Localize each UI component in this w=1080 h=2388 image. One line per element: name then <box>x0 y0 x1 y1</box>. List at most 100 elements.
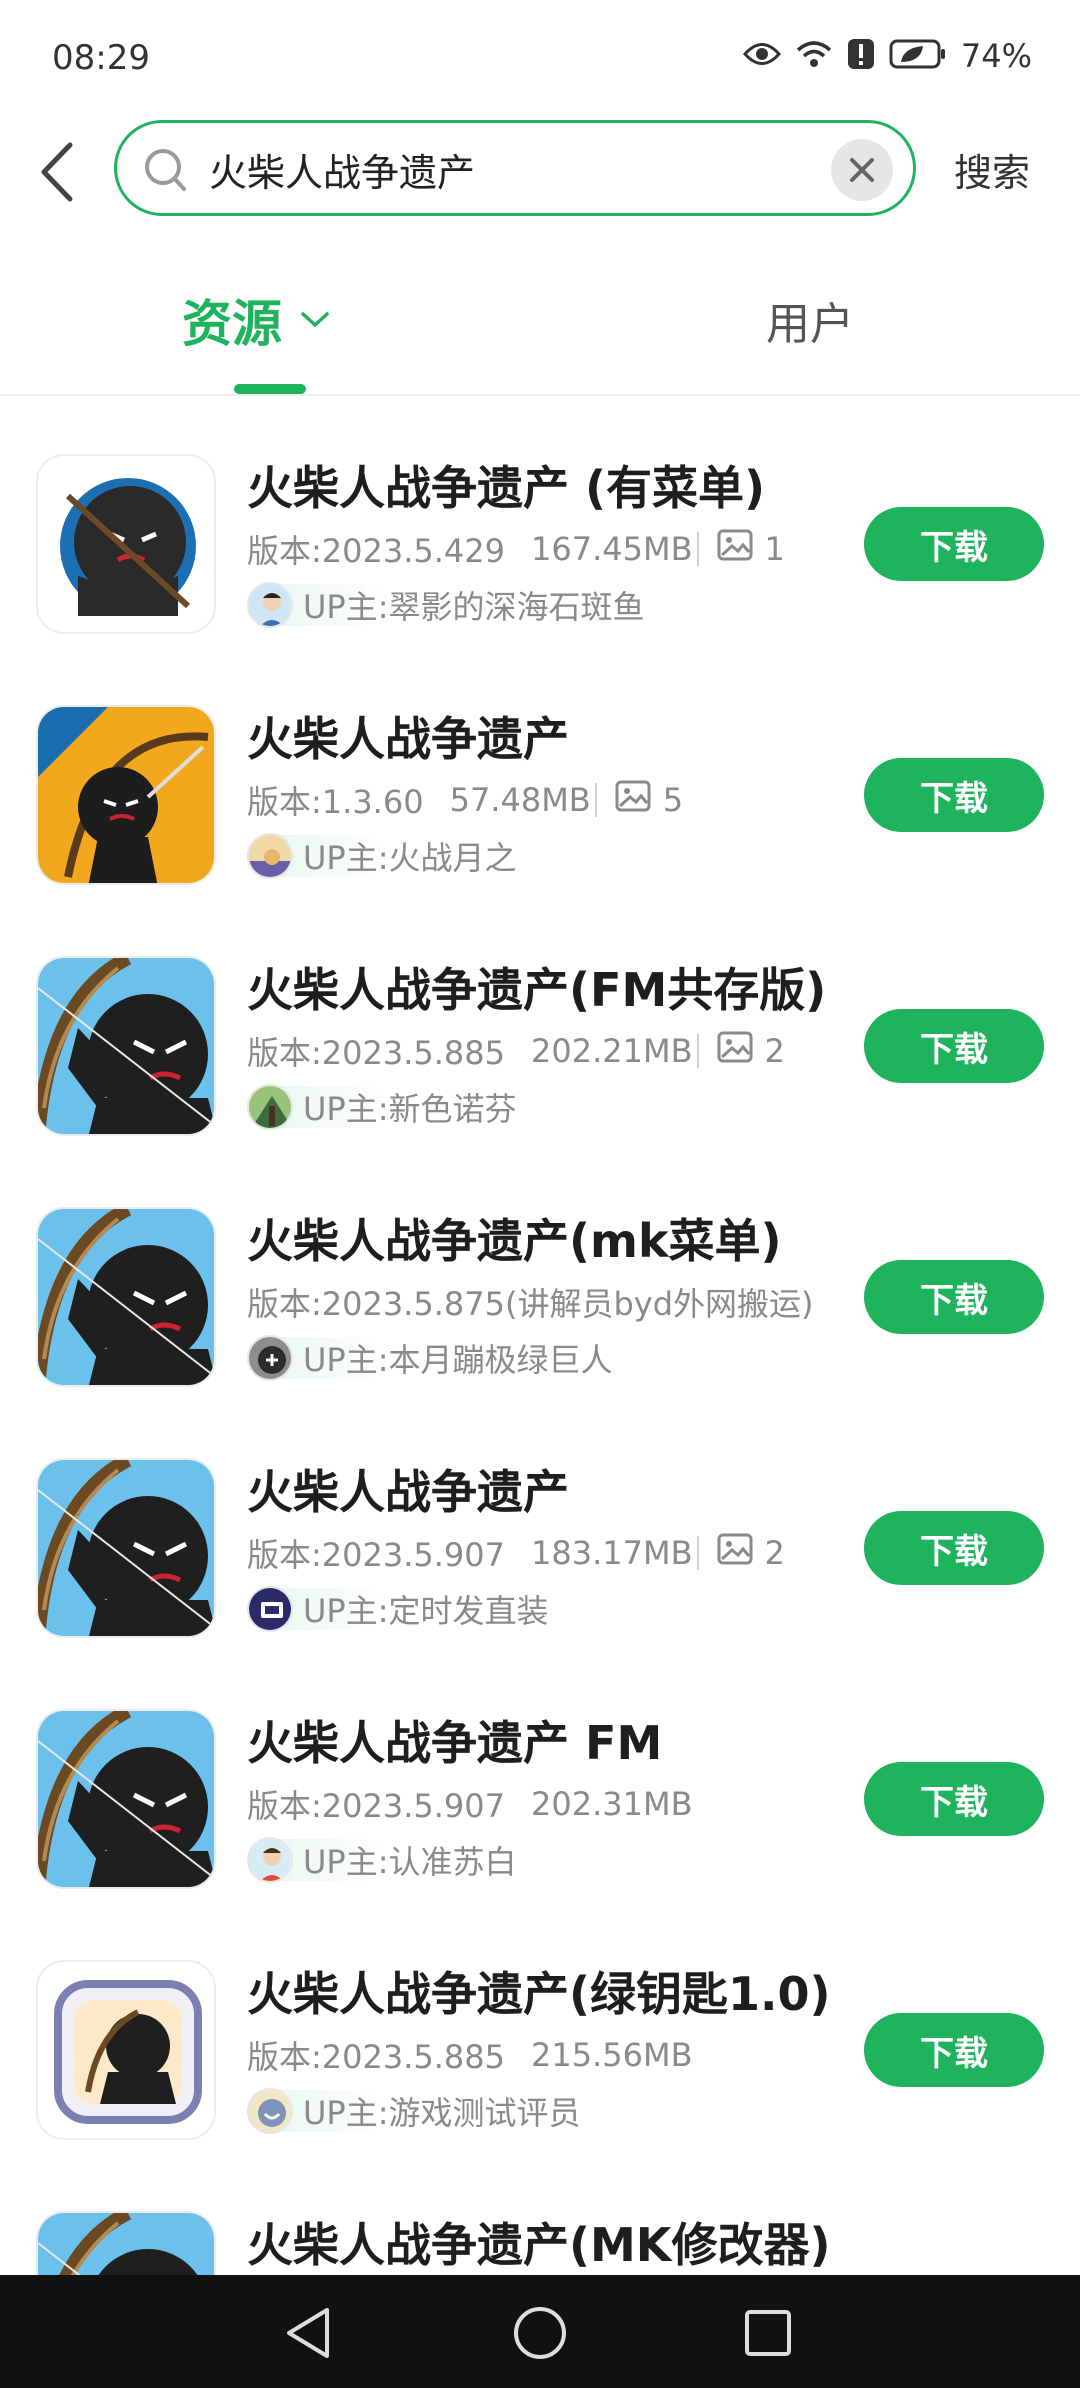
uploader-name: UP主:定时发直装 <box>303 1592 549 1630</box>
uploader-name: UP主:本月蹦极绿巨人 <box>303 1341 613 1379</box>
alert-icon <box>847 38 875 74</box>
stickman-archer-blue-icon[interactable] <box>36 1458 216 1638</box>
result-meta: 版本:2023.5.429 167.45MB 1 <box>247 526 785 572</box>
result-title[interactable]: 火柴人战争遗产 FM <box>247 1707 662 1773</box>
avatar <box>247 1837 293 1883</box>
nav-home-button[interactable] <box>510 2303 570 2363</box>
result-meta: 版本:1.3.60 57.48MB 5 <box>247 777 683 823</box>
result-list[interactable]: 火柴人战争遗产 (有菜单) 版本:2023.5.429 167.45MB 1 UP主:翠… <box>0 400 1080 2275</box>
result-size: 57.48MB <box>449 781 591 819</box>
result-size: 202.21MB <box>531 1032 693 1070</box>
result-uploader[interactable]: UP主:定时发直装 <box>247 1584 569 1634</box>
result-title[interactable]: 火柴人战争遗产(MK修改器) <box>247 2209 830 2275</box>
result-title[interactable]: 火柴人战争遗产(FM共存版) <box>247 954 826 1020</box>
result-version: 版本:2023.5.907 <box>247 1787 506 1825</box>
stickman-archer-blue-icon[interactable] <box>36 956 216 1136</box>
uploader-name: UP主:新色诺芬 <box>303 1090 517 1128</box>
result-title[interactable]: 火柴人战争遗产(mk菜单) <box>247 1205 782 1271</box>
status-time: 08:29 <box>52 38 150 78</box>
result-size: 167.45MB <box>531 530 693 568</box>
result-image-count: 1 <box>764 530 785 568</box>
battery-icon <box>889 38 947 74</box>
clear-search-button[interactable] <box>831 139 893 201</box>
result-item[interactable]: 火柴人战争遗产(FM共存版) 版本:2023.5.885 202.21MB 2 UP主:… <box>0 892 1080 1147</box>
result-image-count: 2 <box>764 1032 785 1070</box>
result-meta: 版本:2023.5.885 202.21MB 2 <box>247 1028 785 1074</box>
search-box[interactable] <box>114 120 916 216</box>
eye-icon <box>742 41 781 71</box>
result-size: 202.31MB <box>531 1785 693 1823</box>
stickman-archer-yellow-icon[interactable] <box>36 705 216 885</box>
tab-resources-label: 资源 <box>182 295 282 353</box>
search-button[interactable]: 搜索 <box>954 142 1030 197</box>
download-button[interactable]: 下载 <box>864 758 1044 832</box>
meta-divider <box>696 1536 699 1570</box>
image-icon <box>717 1533 753 1573</box>
result-version: 版本:2023.5.907 <box>247 1536 506 1574</box>
tab-resources[interactable]: 资源 <box>182 284 330 356</box>
result-meta: 版本:2023.5.885 215.56MB <box>247 2032 693 2078</box>
battery-percent: 74% <box>960 37 1032 75</box>
result-version: 版本:2023.5.885 <box>247 1034 506 1072</box>
result-title[interactable]: 火柴人战争遗产 <box>247 1456 569 1522</box>
result-image-count: 5 <box>662 781 684 819</box>
result-item[interactable]: 火柴人战争遗产 FM 版本:2023.5.907 202.31MB UP主:认准苏白 下… <box>0 1645 1080 1900</box>
recents-nav-icon <box>745 2310 791 2356</box>
result-uploader[interactable]: UP主:游戏测试评员 <box>247 2086 601 2136</box>
result-uploader[interactable]: UP主:翠影的深海石斑鱼 <box>247 580 665 630</box>
image-icon <box>717 529 753 569</box>
search-input[interactable] <box>209 141 809 197</box>
download-button[interactable]: 下载 <box>864 2013 1044 2087</box>
home-nav-icon <box>514 2307 566 2359</box>
result-image-count: 2 <box>764 1534 785 1572</box>
result-meta: 版本:2023.5.907 202.31MB <box>247 1781 693 1827</box>
stickman-framed-icon[interactable] <box>36 1960 216 2140</box>
result-item[interactable]: 火柴人战争遗产 (有菜单) 版本:2023.5.429 167.45MB 1 UP主:翠… <box>0 400 1080 645</box>
result-title[interactable]: 火柴人战争遗产(绿钥匙1.0) <box>247 1958 831 2024</box>
tab-users[interactable]: 用户 <box>766 288 854 352</box>
chevron-left-icon <box>41 142 73 202</box>
avatar <box>247 1586 293 1632</box>
download-button[interactable]: 下载 <box>864 1511 1044 1585</box>
uploader-name: UP主:翠影的深海石斑鱼 <box>303 588 645 626</box>
result-version: 版本:2023.5.875(讲解员byd外网搬运) <box>247 1285 814 1323</box>
search-header: 搜索 <box>0 110 1080 230</box>
uploader-name: UP主:游戏测试评员 <box>303 2094 581 2132</box>
result-version: 版本:2023.5.429 <box>247 532 506 570</box>
nav-recents-button[interactable] <box>738 2303 798 2363</box>
image-icon <box>717 1031 753 1071</box>
result-size: 183.17MB <box>531 1534 693 1572</box>
stickman-archer-blue-icon[interactable] <box>36 1709 216 1889</box>
nav-back-button[interactable] <box>278 2303 338 2363</box>
result-item[interactable]: 火柴人战争遗产版本:2023.5.907 183.17MB 2 UP主:定时发直装 下载 <box>0 1394 1080 1649</box>
status-bar: 08:29 74% <box>0 0 1080 110</box>
back-button[interactable] <box>26 132 86 212</box>
avatar <box>247 1084 293 1130</box>
download-button[interactable]: 下载 <box>864 507 1044 581</box>
result-uploader[interactable]: UP主:新色诺芬 <box>247 1082 537 1132</box>
status-icons: 74% <box>742 36 1032 76</box>
result-item[interactable]: 火柴人战争遗产(mk菜单) 版本:2023.5.875(讲解员byd外网搬运) UP… <box>0 1143 1080 1398</box>
result-title[interactable]: 火柴人战争遗产 (有菜单) <box>247 452 765 518</box>
download-button[interactable]: 下载 <box>864 1260 1044 1334</box>
stickman-archer-blue-icon[interactable] <box>36 2211 216 2275</box>
meta-divider <box>594 783 597 817</box>
result-item[interactable]: 火柴人战争遗产版本:1.3.60 57.48MB 5 UP主:火战月之 下载 <box>0 641 1080 896</box>
result-size: 215.56MB <box>531 2036 693 2074</box>
result-item[interactable]: 火柴人战争遗产(绿钥匙1.0) 版本:2023.5.885 215.56MB UP主:… <box>0 1896 1080 2151</box>
stickman-archer-blue-icon[interactable] <box>36 1207 216 1387</box>
download-button[interactable]: 下载 <box>864 1762 1044 1836</box>
result-uploader[interactable]: UP主:本月蹦极绿巨人 <box>247 1333 633 1383</box>
result-meta: 版本:2023.5.907 183.17MB 2 <box>247 1530 785 1576</box>
result-version: 版本:1.3.60 <box>247 783 424 821</box>
tab-users-label: 用户 <box>766 299 854 350</box>
result-title[interactable]: 火柴人战争遗产 <box>247 703 569 769</box>
result-uploader[interactable]: UP主:认准苏白 <box>247 1835 537 1885</box>
download-button[interactable]: 下载 <box>864 1009 1044 1083</box>
result-item[interactable]: 火柴人战争遗产(MK修改器) <box>0 2147 1080 2275</box>
close-icon <box>850 158 874 182</box>
result-uploader[interactable]: UP主:火战月之 <box>247 831 537 881</box>
stickman-round-icon[interactable] <box>36 454 216 634</box>
wifi-icon <box>795 38 833 74</box>
system-nav-bar <box>0 2275 1080 2388</box>
